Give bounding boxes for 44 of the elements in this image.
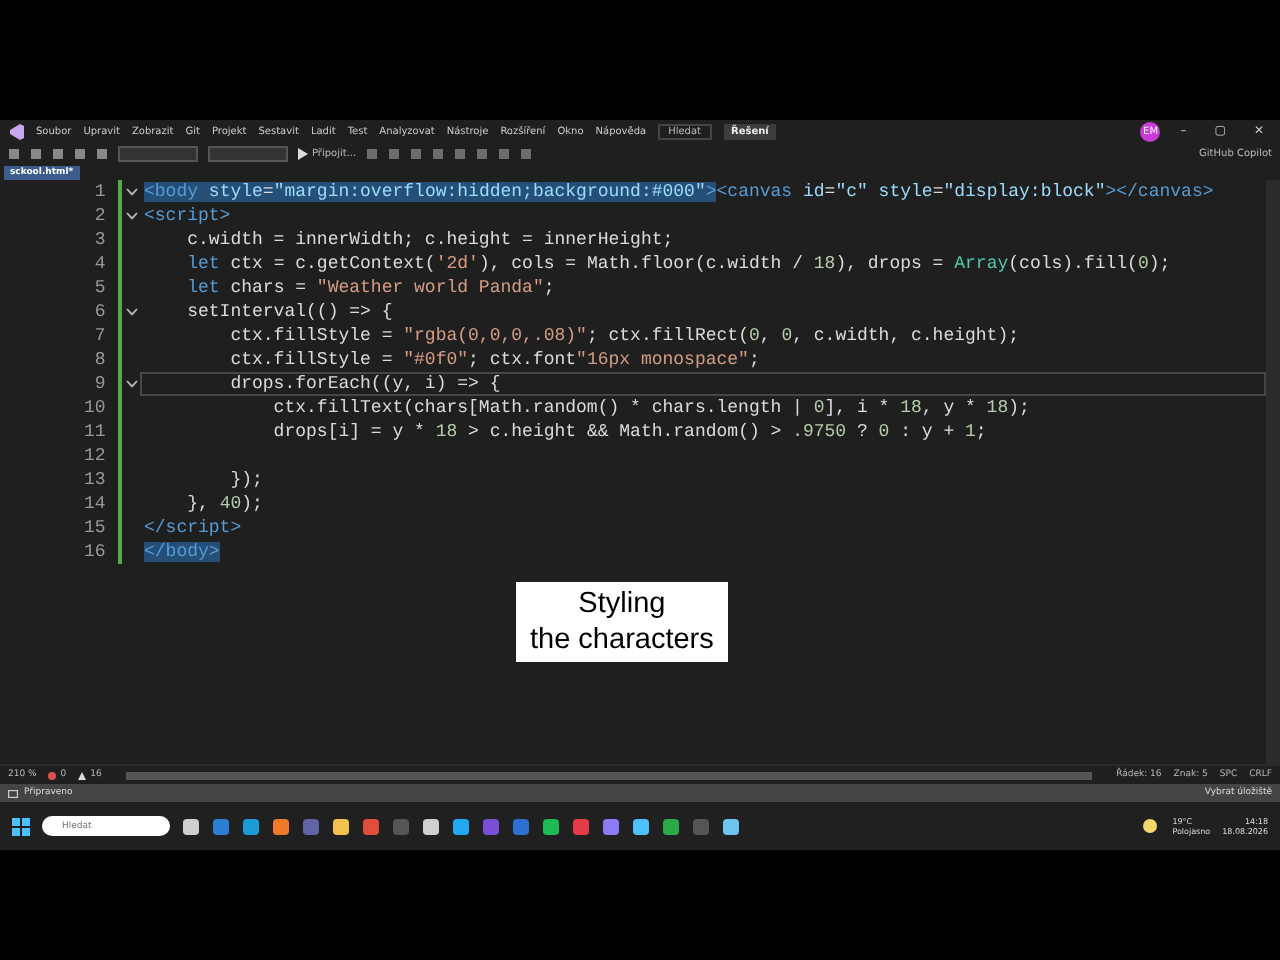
code-line: ctx.fillStyle = "#0f0"; ctx.font"16px monospace";	[228, 350, 760, 370]
output-icon	[8, 789, 18, 797]
code-line: ctx.fillText(chars[Math.random() * chars.length | 0], i * 18, y * 18);	[271, 398, 1030, 418]
line-number: 15	[81, 516, 108, 540]
code-line: <script>	[144, 206, 231, 226]
line-number: 6	[92, 300, 108, 324]
line-number: 4	[92, 252, 108, 276]
play-icon	[298, 147, 308, 159]
code-line: drops.forEach((y, i) => {	[228, 374, 501, 394]
line-number: 14	[81, 492, 108, 516]
code-line: ctx.fillStyle = "rgba(0,0,0,.08)"; ctx.fillRect(0, 0, c.width, c.height);	[228, 326, 1020, 346]
caption-text: the characters	[530, 622, 714, 658]
line-number: 11	[81, 420, 108, 444]
line-number: 7	[92, 324, 108, 348]
fold-icon[interactable]	[125, 308, 138, 316]
code-line: <body style="margin:overflow:hidden;background:#000"><canvas id="c" style="display:block"></canvas>	[144, 182, 1214, 202]
code-line: }, 40);	[185, 494, 263, 514]
code-line: let chars = "Weather world Panda";	[185, 278, 555, 298]
line-number: 13	[81, 468, 108, 492]
line-number: 12	[81, 444, 108, 468]
windows-start-icon[interactable]	[12, 817, 30, 835]
fold-icon[interactable]	[125, 188, 138, 196]
line-number: 9	[92, 372, 108, 396]
horizontal-scrollbar[interactable]	[125, 771, 1093, 779]
line-number: 8	[92, 348, 108, 372]
line-number: 1	[92, 180, 108, 204]
code-line: });	[228, 470, 263, 490]
code-line: c.width = innerWidth; c.height = innerHeight;	[185, 230, 674, 250]
fold-icon[interactable]	[125, 380, 138, 388]
line-number: 5	[92, 276, 108, 300]
caption-text: Styling	[578, 586, 666, 622]
code-line: </script>	[144, 518, 242, 538]
code-line: let ctx = c.getContext('2d'), cols = Math.floor(c.width / 18), drops = Array(cols).fill(0);	[185, 254, 1171, 274]
warning-icon	[78, 771, 87, 779]
fold-icon[interactable]	[125, 212, 138, 220]
line-number: 10	[81, 396, 108, 420]
line-number: 16	[81, 540, 108, 564]
code-line: drops[i] = y * 18 > c.height && Math.random() > .9750 ? 0 : y + 1;	[271, 422, 987, 442]
weather-icon	[1142, 818, 1161, 834]
line-number: 3	[92, 228, 108, 252]
error-icon	[48, 771, 57, 779]
code-line: setInterval(() => {	[185, 302, 393, 322]
scrollbar[interactable]	[1266, 180, 1280, 764]
line-number: 2	[92, 204, 108, 228]
